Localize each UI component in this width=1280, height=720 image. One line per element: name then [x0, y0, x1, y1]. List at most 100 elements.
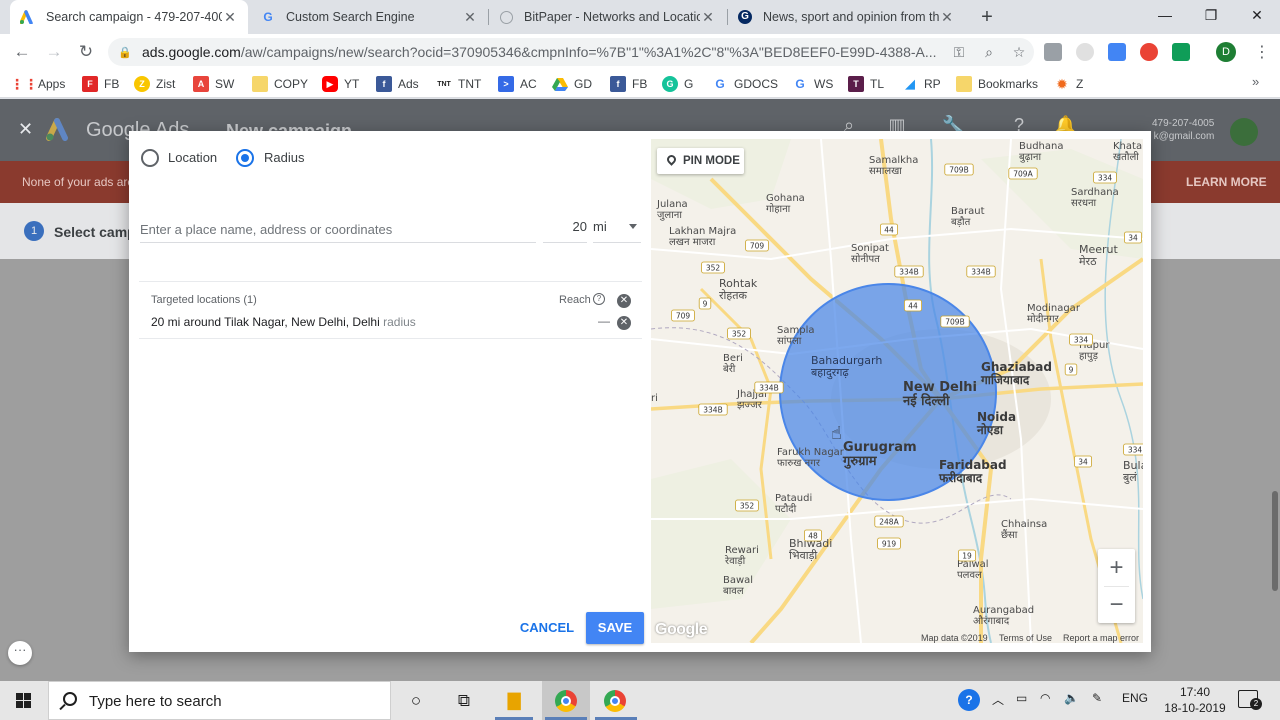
- chat-icon[interactable]: ···: [8, 641, 32, 665]
- back-icon[interactable]: ←: [10, 40, 34, 64]
- chrome-icon[interactable]: [551, 686, 581, 716]
- road-shield-label: 9: [703, 300, 708, 309]
- road-shield-label: 334: [1098, 174, 1113, 183]
- map-canvas[interactable]: Khatauliखतौली Budhanaबुढ़ाना Samalkhaसमालख…: [651, 139, 1143, 643]
- bookmark-star-icon[interactable]: ☆: [1004, 44, 1034, 61]
- extension-code-icon[interactable]: [1044, 43, 1062, 61]
- bookmark-z[interactable]: ✹ Z: [1054, 75, 1083, 93]
- bookmark-gd[interactable]: GD: [552, 75, 592, 93]
- bookmark-ads[interactable]: f Ads: [376, 75, 419, 93]
- battery-icon[interactable]: ▭: [1016, 691, 1027, 705]
- account-info[interactable]: 479-207-4005 k@gmail.com: [1152, 117, 1214, 143]
- bookmark-gdocs[interactable]: G GDOCS: [712, 75, 778, 93]
- tab-search-campaign[interactable]: Search campaign - 479-207-4005 ✕: [10, 0, 248, 34]
- language-indicator[interactable]: ENG: [1122, 691, 1148, 705]
- radius-value-input[interactable]: 20: [543, 217, 587, 243]
- map-place-label: रोहतक: [719, 289, 747, 302]
- tab-bitpaper[interactable]: BitPaper - Networks and Location ✕: [488, 0, 726, 34]
- taskbar-clock[interactable]: 17:40 18-10-2019: [1160, 684, 1230, 716]
- terms-of-use-link[interactable]: Terms of Use: [999, 633, 1052, 643]
- location-radio-label[interactable]: Location: [168, 150, 217, 165]
- map-place-label: फरीदाबाद: [938, 471, 983, 485]
- pin-mode-button[interactable]: PIN MODE: [657, 148, 744, 174]
- tab-close-icon[interactable]: ✕: [700, 9, 716, 26]
- restore-icon[interactable]: ❐: [1188, 0, 1234, 32]
- bookmark-copy[interactable]: COPY: [252, 75, 308, 93]
- volume-icon[interactable]: 🔈: [1064, 691, 1079, 705]
- road-shield-label: 334B: [759, 384, 778, 393]
- bookmark-tnt[interactable]: TNT TNT: [436, 75, 481, 93]
- place-search-input[interactable]: [140, 217, 536, 243]
- tab-close-icon[interactable]: ✕: [222, 9, 238, 26]
- reload-icon[interactable]: ↻: [74, 40, 98, 64]
- extension-chrome-icon[interactable]: [1140, 43, 1158, 61]
- extension-docs-icon[interactable]: [1108, 43, 1126, 61]
- bookmark-sw[interactable]: A SW: [193, 75, 234, 93]
- tab-close-icon[interactable]: ✕: [462, 9, 478, 26]
- tray-overflow-icon[interactable]: ︿: [992, 691, 1004, 708]
- bookmark-rp[interactable]: ◢ RP: [902, 75, 941, 93]
- bookmark-apps[interactable]: ⋮⋮ Apps: [10, 75, 65, 93]
- grammarly-icon: G: [662, 76, 678, 92]
- road-shield-label: 919: [882, 540, 897, 549]
- chrome-icon-2[interactable]: [600, 686, 630, 716]
- cancel-button[interactable]: CANCEL: [515, 613, 579, 643]
- cortana-icon[interactable]: ○: [401, 686, 431, 716]
- file-explorer-icon[interactable]: ▇: [499, 686, 529, 716]
- bookmark-yt[interactable]: ▶ YT: [322, 75, 359, 93]
- bitpaper-icon: [498, 9, 514, 25]
- tab-news[interactable]: G News, sport and opinion from th ✕: [727, 0, 965, 34]
- help-icon[interactable]: ?: [593, 293, 605, 305]
- profile-avatar[interactable]: D: [1216, 42, 1236, 62]
- bookmark-fb-1[interactable]: F FB: [82, 75, 119, 93]
- zoom-in-button[interactable]: +: [1098, 549, 1135, 586]
- zoom-out-button[interactable]: −: [1098, 586, 1135, 623]
- notifications-icon[interactable]: 2: [1238, 690, 1262, 710]
- forward-icon[interactable]: →: [42, 40, 66, 64]
- map-place-label: Beri: [723, 353, 743, 364]
- radius-radio-label[interactable]: Radius: [264, 150, 304, 165]
- bookmark-g[interactable]: GG: [662, 75, 693, 93]
- new-tab-icon[interactable]: +: [976, 6, 998, 28]
- save-button[interactable]: SAVE: [586, 612, 644, 644]
- radius-unit-select[interactable]: mi: [593, 217, 641, 243]
- tab-title: Search campaign - 479-207-4005: [46, 10, 222, 24]
- close-icon[interactable]: ✕: [18, 119, 33, 140]
- extension-shield-icon[interactable]: [1076, 43, 1094, 61]
- address-bar[interactable]: 🔒 ads.google.com/aw/campaigns/new/search…: [108, 38, 1034, 66]
- remove-location-icon[interactable]: ✕: [617, 316, 631, 330]
- tab-custom-search[interactable]: G Custom Search Engine ✕: [250, 0, 488, 34]
- browser-toolbar: ← → ↻ 🔒 ads.google.com/aw/campaigns/new/…: [0, 34, 1280, 70]
- pen-icon[interactable]: ✎: [1092, 691, 1102, 705]
- clear-all-icon[interactable]: ✕: [617, 294, 631, 308]
- location-radio[interactable]: [141, 149, 159, 167]
- bookmark-zist[interactable]: Z Zist: [134, 75, 175, 93]
- task-view-icon[interactable]: ⧉: [449, 686, 479, 716]
- window-close-icon[interactable]: ✕: [1234, 0, 1280, 32]
- radius-radio[interactable]: [236, 149, 254, 167]
- page-scrollbar[interactable]: [1272, 491, 1278, 591]
- bookmark-folder[interactable]: Bookmarks: [956, 75, 1038, 93]
- windows-start-icon[interactable]: [0, 681, 48, 720]
- bookmarks-overflow-icon[interactable]: »: [1252, 74, 1259, 89]
- zoom-icon[interactable]: ⌕: [974, 44, 1004, 61]
- account-avatar[interactable]: [1230, 118, 1258, 146]
- tab-close-icon[interactable]: ✕: [939, 9, 955, 26]
- map-view[interactable]: Khatauliखतौली Budhanaबुढ़ाना Samalkhaसमालख…: [651, 139, 1143, 643]
- key-icon[interactable]: ⚿: [944, 44, 974, 61]
- taskbar-search-box[interactable]: Type here to search: [48, 681, 391, 720]
- extension-s-icon[interactable]: [1172, 43, 1190, 61]
- targeted-location-item: 20 mi around Tilak Nagar, New Delhi, Del…: [151, 315, 416, 329]
- report-map-error-link[interactable]: Report a map error: [1063, 633, 1139, 643]
- map-place-label: जुलाना: [657, 210, 682, 221]
- bookmark-tl[interactable]: T TL: [848, 75, 884, 93]
- bookmark-ac[interactable]: > AC: [498, 75, 537, 93]
- learn-more-link[interactable]: LEARN MORE: [1186, 175, 1267, 189]
- bookmark-ws[interactable]: G WS: [792, 75, 833, 93]
- chrome-menu-icon[interactable]: ⋮: [1254, 42, 1270, 62]
- wifi-icon[interactable]: ◠: [1040, 691, 1050, 705]
- youtube-icon: ▶: [322, 76, 338, 92]
- help-tray-icon[interactable]: ?: [958, 689, 980, 711]
- minimize-icon[interactable]: —: [1142, 0, 1188, 32]
- bookmark-fb-2[interactable]: f FB: [610, 75, 647, 93]
